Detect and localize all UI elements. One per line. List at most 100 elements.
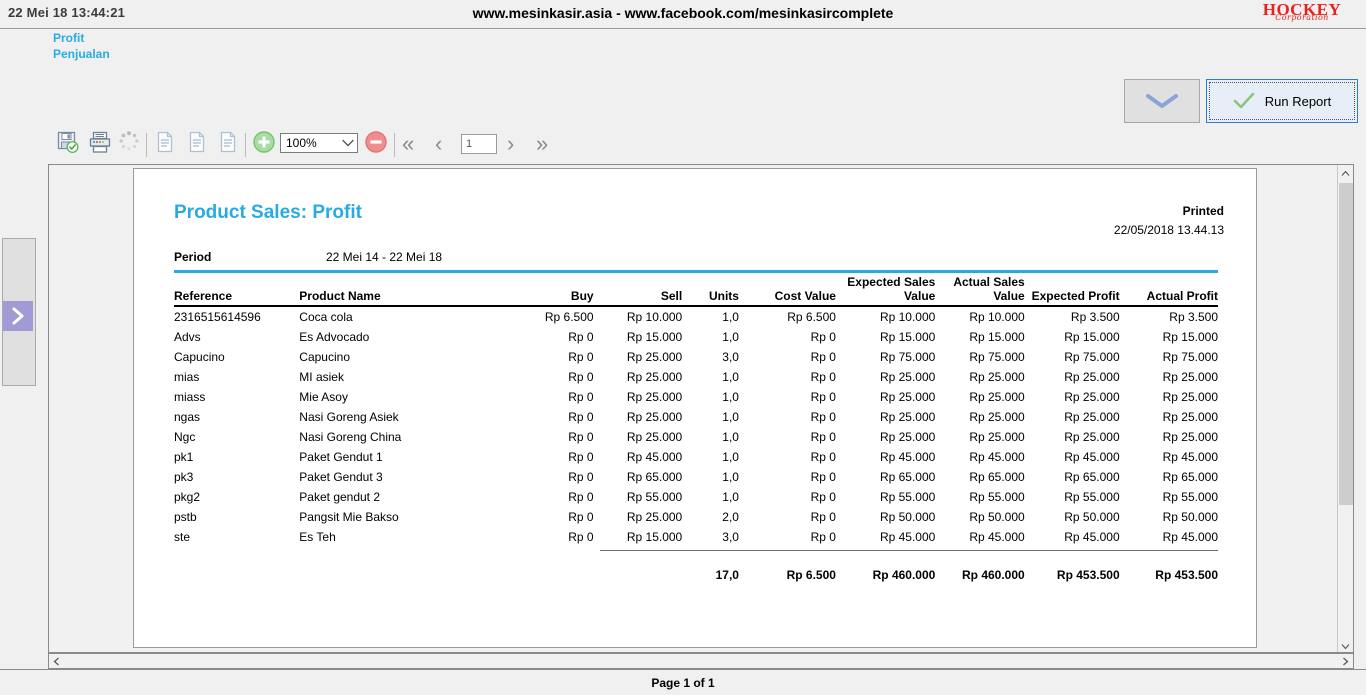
last-page-button[interactable]: » — [536, 132, 548, 156]
column-header-sell: Sell — [660, 289, 683, 303]
report-page: Product Sales: Profit Printed 22/05/2018… — [133, 168, 1257, 648]
export-pdf-button[interactable] — [153, 130, 177, 154]
total-reference — [174, 555, 299, 588]
horizontal-scrollbar[interactable] — [48, 653, 1354, 669]
chevron-right-icon — [1343, 657, 1349, 665]
print-button[interactable] — [88, 130, 112, 154]
chevron-up-icon — [1341, 170, 1350, 176]
cell-sell: Rp 10.000 — [626, 310, 683, 324]
cell-expected-sales-value: Rp 45.000 — [879, 450, 936, 464]
cell-units: 1,0 — [722, 410, 739, 424]
cell-buy: Rp 0 — [568, 490, 594, 504]
cell-buy: Rp 0 — [568, 390, 594, 404]
spacer-cell — [935, 547, 1024, 555]
cell-sell: Rp 25.000 — [626, 390, 683, 404]
cell-cost-value: Rp 0 — [810, 490, 836, 504]
save-disk-icon — [57, 131, 79, 154]
cell-sell: Rp 55.000 — [626, 490, 683, 504]
cell-cost-value: Rp 0 — [810, 530, 836, 544]
cell-buy: Rp 0 — [568, 350, 594, 364]
collapse-parameters-button[interactable] — [1124, 79, 1200, 123]
cell-reference: ste — [174, 530, 191, 544]
green-check-icon — [1233, 92, 1255, 109]
column-header-actual-sales-value: Actual Sales Value — [953, 275, 1025, 303]
cell-units: 1,0 — [722, 310, 739, 324]
chevron-down-icon — [1146, 94, 1178, 108]
cell-expected-sales-value: Rp 15.000 — [879, 330, 936, 344]
document-icon — [220, 131, 236, 153]
spacer-cell — [739, 547, 836, 555]
cell-product-name: Es Teh — [299, 530, 336, 544]
column-header-buy: Buy — [570, 289, 594, 303]
cell-cost-value: Rp 0 — [810, 370, 836, 384]
total-expected-profit: Rp 453.500 — [1056, 568, 1120, 582]
expand-parameters-panel-button[interactable] — [3, 301, 33, 331]
chevron-right-icon — [12, 307, 24, 325]
zoom-level-select[interactable]: 100% — [280, 133, 358, 153]
column-header-reference: Reference — [174, 289, 233, 303]
total-product-name — [299, 555, 501, 588]
banner-title: www.mesinkasir.asia - www.facebook.com/m… — [472, 5, 894, 21]
cell-cost-value: Rp 0 — [810, 450, 836, 464]
zoom-level-value: 100% — [286, 136, 317, 150]
report-actions-bar: Run Report — [0, 70, 1366, 126]
cell-expected-profit: Rp 65.000 — [1064, 470, 1120, 484]
cell-sell: Rp 25.000 — [626, 410, 683, 424]
run-report-button[interactable]: Run Report — [1206, 79, 1358, 123]
column-header-actual-profit: Actual Profit — [1146, 289, 1218, 303]
cell-sell: Rp 25.000 — [626, 350, 683, 364]
vertical-scrollbar-thumb[interactable] — [1339, 183, 1353, 505]
zoom-in-button[interactable] — [252, 130, 276, 154]
cell-actual-sales-value: Rp 45.000 — [969, 530, 1025, 544]
spacer-cell — [594, 547, 683, 555]
cell-cost-value: Rp 0 — [810, 390, 836, 404]
scroll-up-button[interactable] — [1338, 165, 1353, 181]
scroll-left-button[interactable] — [49, 654, 64, 668]
cell-expected-profit: Rp 45.000 — [1064, 530, 1120, 544]
spacer-cell — [299, 547, 501, 555]
save-button[interactable] — [56, 130, 80, 154]
cell-actual-sales-value: Rp 25.000 — [969, 410, 1025, 424]
cell-product-name: Mie Asoy — [299, 390, 348, 404]
first-page-button[interactable]: « — [402, 132, 414, 156]
printed-label: Printed — [1182, 204, 1224, 218]
cell-sell: Rp 25.000 — [626, 430, 683, 444]
loading-spinner-icon — [119, 131, 139, 151]
report-viewer-window: 22 Mei 18 13:44:21 www.mesinkasir.asia -… — [0, 0, 1366, 695]
vertical-scrollbar[interactable] — [1337, 165, 1353, 652]
page-number-input[interactable]: 1 — [461, 134, 497, 154]
cell-actual-profit: Rp 25.000 — [1162, 370, 1218, 384]
cell-actual-sales-value: Rp 25.000 — [969, 390, 1025, 404]
parameters-panel-splitter — [2, 238, 36, 386]
scroll-down-button[interactable] — [1338, 638, 1353, 652]
total-cost-value: Rp 6.500 — [786, 568, 836, 582]
next-page-button[interactable]: › — [507, 132, 514, 156]
breadcrumb-item-penjualan[interactable]: Penjualan — [53, 47, 110, 61]
cell-expected-profit: Rp 50.000 — [1064, 510, 1120, 524]
total-actual-sales-value: Rp 460.000 — [961, 568, 1025, 582]
breadcrumb-item-profit[interactable]: Profit — [53, 31, 84, 45]
cell-units: 3,0 — [722, 350, 739, 364]
table-row: ste Es Teh Rp 0 Rp 15.000 3,0 Rp 0 Rp 45.000 Rp… — [174, 527, 1218, 547]
printer-icon — [89, 131, 111, 153]
cell-expected-profit: Rp 45.000 — [1064, 450, 1120, 464]
table-row: ngas Nasi Goreng Asiek Rp 0 Rp 25.000 1,0 Rp … — [174, 407, 1218, 427]
zoom-out-button[interactable] — [364, 130, 388, 154]
chevron-left-icon — [53, 657, 59, 665]
cell-expected-profit: Rp 25.000 — [1064, 430, 1120, 444]
previous-page-button[interactable]: ‹ — [435, 132, 442, 156]
cell-actual-profit: Rp 15.000 — [1162, 330, 1218, 344]
cell-buy: Rp 0 — [568, 330, 594, 344]
report-toolbar: 100% — [0, 126, 1366, 164]
cell-actual-profit: Rp 25.000 — [1162, 390, 1218, 404]
total-actual-profit: Rp 453.500 — [1155, 568, 1218, 582]
export-word-button[interactable] — [216, 130, 240, 154]
column-header-cost-value: Cost Value — [774, 289, 836, 303]
export-excel-button[interactable] — [185, 130, 209, 154]
toolbar-divider — [245, 133, 246, 157]
cell-units: 1,0 — [722, 490, 739, 504]
scroll-right-button[interactable] — [1338, 654, 1353, 668]
cell-product-name: Paket Gendut 3 — [299, 470, 383, 484]
cell-buy: Rp 0 — [568, 510, 594, 524]
cell-product-name: MI asiek — [299, 370, 344, 384]
